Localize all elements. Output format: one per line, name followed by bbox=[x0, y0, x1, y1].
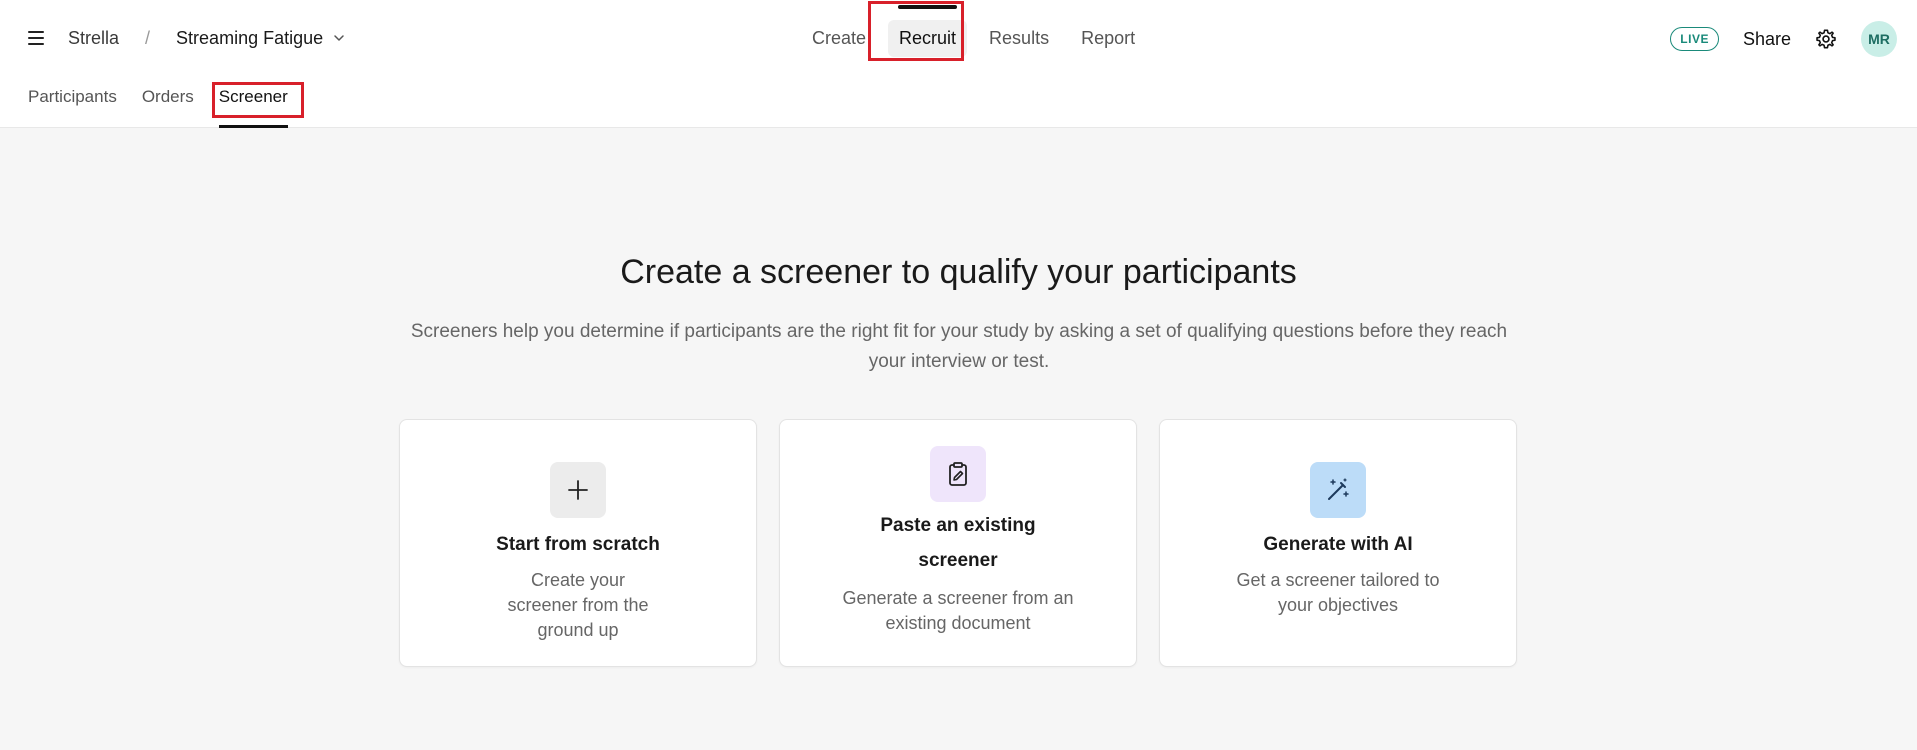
user-avatar[interactable]: MR bbox=[1861, 21, 1897, 57]
subnav-screener[interactable]: Screener bbox=[218, 84, 288, 128]
breadcrumb-separator: / bbox=[145, 27, 151, 48]
nav-recruit[interactable]: Recruit bbox=[888, 4, 968, 57]
card-description: Create your screener from the ground up bbox=[507, 570, 649, 640]
page-description: Screeners help you determine if particip… bbox=[410, 321, 1508, 372]
start-from-scratch-card[interactable]: Start from scratch Create your screener … bbox=[399, 419, 757, 667]
clipboard-pencil-icon bbox=[930, 446, 986, 502]
app-header: Strella / Streaming Fatigue Create Recru… bbox=[0, 0, 1917, 128]
card-title: Start from scratch bbox=[496, 534, 660, 555]
gear-icon[interactable] bbox=[1815, 28, 1837, 50]
nav-create[interactable]: Create bbox=[802, 20, 876, 57]
subnav-participants[interactable]: Participants bbox=[28, 84, 117, 128]
card-title: Paste an existing screener bbox=[880, 515, 1036, 571]
study-name: Streaming Fatigue bbox=[176, 27, 324, 48]
screener-options: Start from scratch Create your screener … bbox=[399, 419, 1517, 667]
card-description: Generate a screener from an existing doc… bbox=[842, 588, 1074, 633]
study-selector[interactable]: Streaming Fatigue bbox=[176, 28, 345, 49]
sub-navigation: Participants Orders Screener bbox=[28, 84, 313, 128]
main-content: Create a screener to qualify your partic… bbox=[0, 129, 1917, 750]
subnav-orders[interactable]: Orders bbox=[142, 84, 194, 128]
page-title: Create a screener to qualify your partic… bbox=[620, 253, 1297, 291]
magic-wand-icon bbox=[1310, 462, 1366, 518]
nav-results[interactable]: Results bbox=[979, 20, 1059, 57]
card-description: Get a screener tailored to your objectiv… bbox=[1236, 570, 1440, 615]
hamburger-menu-icon[interactable] bbox=[28, 28, 48, 48]
chevron-down-icon bbox=[334, 35, 344, 41]
live-status-badge: LIVE bbox=[1670, 27, 1719, 51]
plus-icon bbox=[550, 462, 606, 518]
breadcrumb: Strella / Streaming Fatigue bbox=[68, 26, 345, 50]
header-tools: LIVE Share MR bbox=[1670, 21, 1897, 57]
breadcrumb-root[interactable]: Strella bbox=[68, 28, 119, 49]
share-button[interactable]: Share bbox=[1743, 29, 1791, 50]
top-navigation: Create Recruit Results Report bbox=[796, 0, 1151, 76]
paste-existing-screener-card[interactable]: Paste an existing screener Generate a sc… bbox=[779, 419, 1137, 667]
generate-with-ai-card[interactable]: Generate with AI Get a screener tailored… bbox=[1159, 419, 1517, 667]
nav-report[interactable]: Report bbox=[1071, 20, 1145, 57]
card-title: Generate with AI bbox=[1263, 534, 1413, 555]
